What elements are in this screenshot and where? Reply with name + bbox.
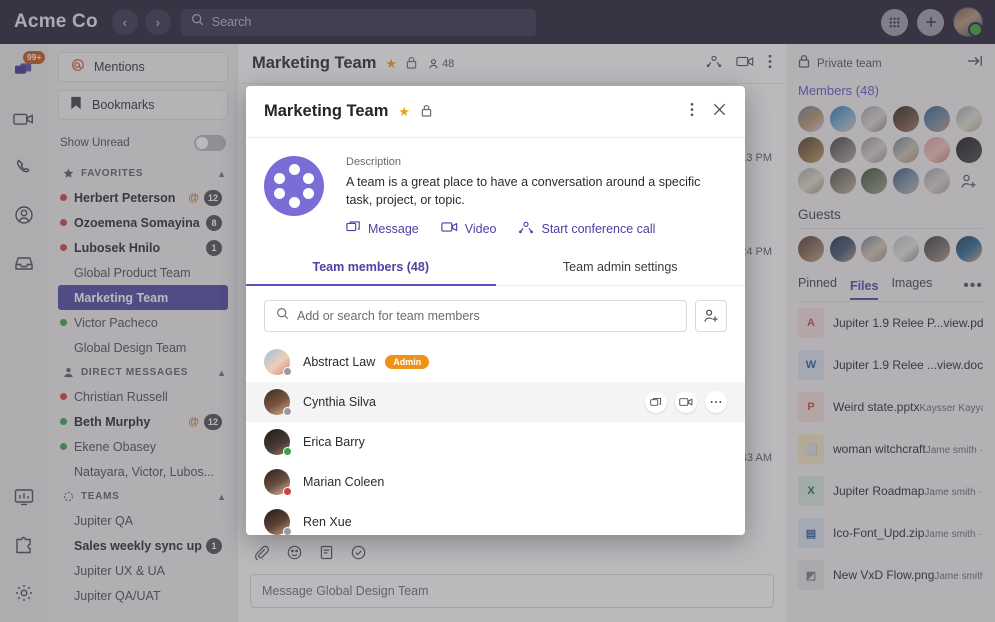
avatar <box>264 509 290 535</box>
video-icon <box>441 221 458 236</box>
dialog-body: Description A team is a great place to h… <box>246 138 745 251</box>
description-text: A team is a great place to have a conver… <box>346 173 727 209</box>
member-name: Erica Barry <box>303 435 365 449</box>
search-icon <box>276 307 289 325</box>
team-details-dialog: Marketing Team ★ <box>246 86 745 535</box>
avatar <box>264 469 290 495</box>
message-button[interactable]: Message <box>346 220 419 237</box>
role-badge: Admin <box>385 355 429 369</box>
member-list-item[interactable]: Erica Barry <box>246 422 745 462</box>
presence-dot <box>283 527 292 535</box>
avatar <box>264 349 290 375</box>
app-window: Acme Co ‹ › Search <box>0 0 995 622</box>
more-icon[interactable] <box>690 102 694 122</box>
member-search-placeholder: Add or search for team members <box>297 309 480 323</box>
presence-dot <box>283 367 292 376</box>
team-description-block: Description A team is a great place to h… <box>346 156 727 237</box>
team-avatar-icon <box>264 156 324 216</box>
video-button-label: Video <box>465 222 497 236</box>
member-list-item[interactable]: Abstract Law Admin <box>246 342 745 382</box>
member-name: Abstract Law <box>303 355 375 369</box>
member-name: Marian Coleen <box>303 475 384 489</box>
member-name: Cynthia Silva <box>303 395 376 409</box>
conference-icon <box>518 220 534 237</box>
presence-dot <box>283 447 292 456</box>
member-list-item[interactable]: Ren Xue <box>246 502 745 535</box>
video-icon[interactable] <box>675 391 697 413</box>
quick-actions: Message Video <box>346 220 727 237</box>
tab-team-admin-settings[interactable]: Team admin settings <box>496 251 746 285</box>
close-icon[interactable] <box>712 102 727 122</box>
dialog-tabs: Team members (48)Team admin settings <box>246 251 745 286</box>
video-button[interactable]: Video <box>441 221 497 236</box>
add-member-button[interactable] <box>695 300 727 332</box>
dialog-header: Marketing Team ★ <box>246 86 745 138</box>
member-search-row: Add or search for team members <box>246 286 745 342</box>
member-name: Ren Xue <box>303 515 352 529</box>
member-row-actions <box>645 391 727 413</box>
member-list-item[interactable]: Cynthia Silva <box>246 382 745 422</box>
dialog-header-actions <box>690 102 727 122</box>
dialog-title: Marketing Team <box>264 102 388 121</box>
presence-dot <box>283 407 292 416</box>
chat-icon[interactable] <box>645 391 667 413</box>
message-button-label: Message <box>368 222 419 236</box>
member-search-input[interactable]: Add or search for team members <box>264 300 687 332</box>
presence-dot <box>283 487 292 496</box>
favorite-star-icon[interactable]: ★ <box>398 104 410 120</box>
more-icon[interactable] <box>705 391 727 413</box>
avatar <box>264 429 290 455</box>
member-list-item[interactable]: Marian Coleen <box>246 462 745 502</box>
conference-call-button[interactable]: Start conference call <box>518 220 655 237</box>
avatar <box>264 389 290 415</box>
member-list: Abstract Law Admin Cynthia Silva Erica Barr… <box>246 342 745 535</box>
description-label: Description <box>346 156 727 168</box>
chat-icon <box>346 220 361 237</box>
lock-icon <box>421 104 432 120</box>
conference-call-label: Start conference call <box>541 222 655 236</box>
tab-team-members-48[interactable]: Team members (48) <box>246 251 496 286</box>
